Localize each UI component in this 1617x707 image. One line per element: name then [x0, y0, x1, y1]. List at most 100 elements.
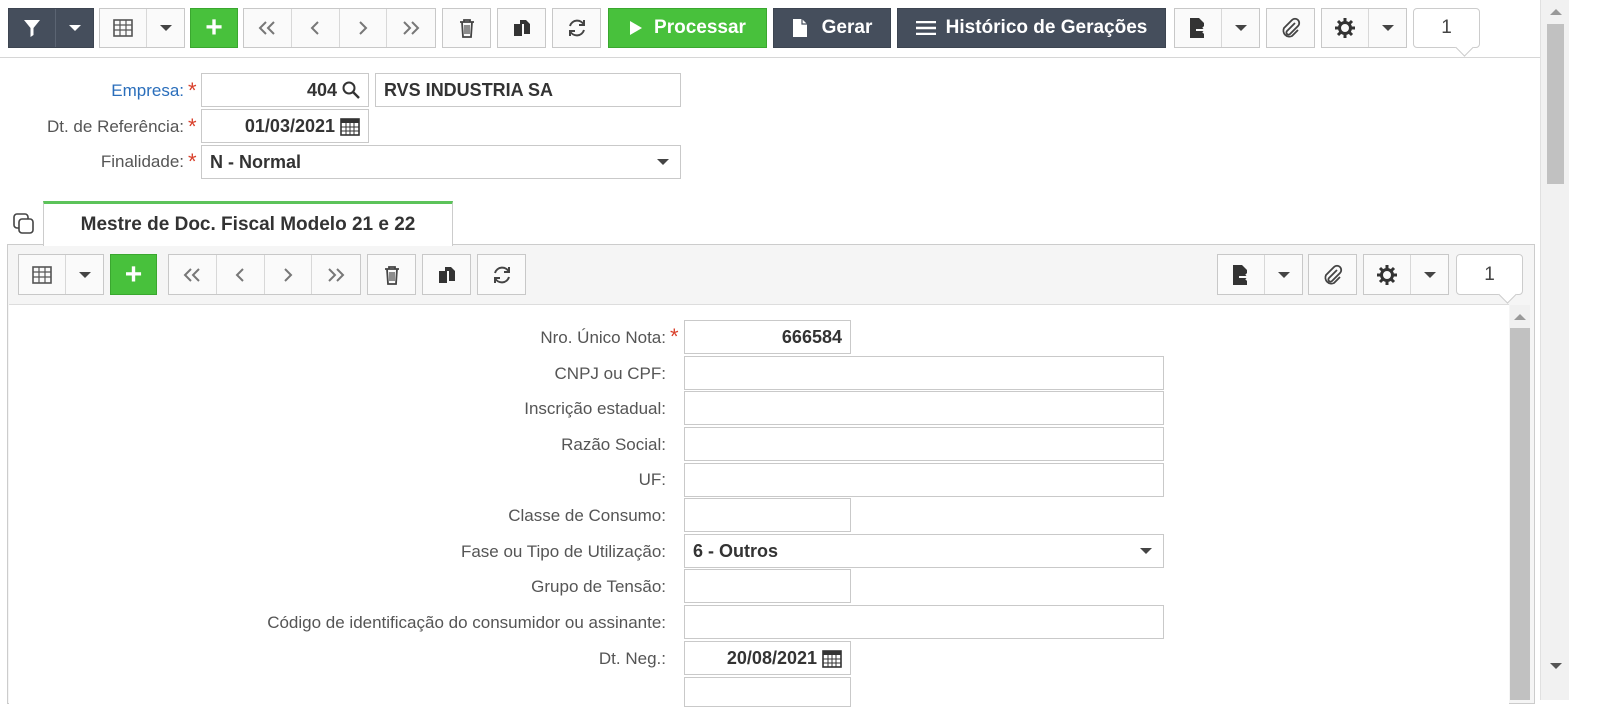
- classe-consumo-label: Classe de Consumo:: [508, 506, 666, 525]
- document-icon: [792, 19, 807, 37]
- sub-grid-icon[interactable]: [19, 255, 67, 294]
- export-button-group[interactable]: [1174, 8, 1260, 48]
- tab-mestre-doc-fiscal[interactable]: Mestre de Doc. Fiscal Modelo 21 e 22: [43, 201, 453, 246]
- historico-button[interactable]: Histórico de Gerações: [897, 8, 1166, 48]
- sub-trash-icon: [384, 265, 399, 285]
- attach-button[interactable]: [1266, 8, 1315, 48]
- inner-scrollbar[interactable]: [1510, 305, 1530, 700]
- sub-delete-button[interactable]: [367, 254, 416, 295]
- next-record-icon[interactable]: [340, 9, 388, 47]
- sub-next-record-icon[interactable]: [265, 255, 313, 294]
- sub-refresh-icon: [493, 266, 510, 283]
- sub-last-record-icon[interactable]: [312, 255, 360, 294]
- delete-button[interactable]: [442, 8, 491, 48]
- sub-export-dropdown-toggle[interactable]: [1265, 255, 1302, 294]
- sub-record-count-badge: 1: [1456, 254, 1523, 295]
- page-scroll-up-arrow[interactable]: [1550, 9, 1562, 15]
- razao-social-field[interactable]: [684, 427, 1164, 461]
- empresa-code-field[interactable]: 404: [201, 73, 369, 107]
- sub-refresh-button[interactable]: [477, 254, 526, 295]
- empresa-label[interactable]: Empresa:: [111, 81, 184, 101]
- processar-button[interactable]: Processar: [608, 8, 767, 48]
- sub-grid-dropdown-toggle[interactable]: [66, 255, 103, 294]
- grid-view-button-group[interactable]: [99, 8, 185, 48]
- empresa-code-value: 404: [306, 79, 337, 100]
- finalidade-value: N - Normal: [210, 151, 302, 172]
- sub-first-record-icon[interactable]: [169, 255, 217, 294]
- inner-scroll-up-arrow[interactable]: [1514, 314, 1526, 320]
- toolbar-divider: [0, 57, 1540, 58]
- previous-record-icon[interactable]: [292, 9, 340, 47]
- page-scrollbar-thumb[interactable]: [1547, 24, 1564, 184]
- codigo-consumidor-field[interactable]: [684, 605, 1164, 639]
- grid-dropdown-toggle[interactable]: [147, 9, 184, 47]
- chevron-down-icon: [657, 159, 669, 165]
- export-icon[interactable]: [1175, 9, 1223, 47]
- empresa-name-field: RVS INDUSTRIA SA: [375, 73, 681, 107]
- calendar-icon[interactable]: [340, 117, 360, 136]
- sub-export-button-group[interactable]: [1217, 254, 1303, 295]
- dt-neg-field[interactable]: 20/08/2021: [684, 641, 851, 675]
- next-field-partial[interactable]: [684, 677, 851, 707]
- navigation-group: [243, 8, 436, 48]
- sub-export-icon[interactable]: [1218, 255, 1266, 294]
- sub-copy-icon: [438, 266, 455, 283]
- empresa-required-mark: *: [188, 78, 197, 103]
- page-scroll-down-arrow[interactable]: [1550, 663, 1562, 669]
- fase-utilizacao-value: 6 - Outros: [693, 540, 779, 561]
- settings-dropdown-toggle[interactable]: [1369, 9, 1406, 47]
- collapse-icon[interactable]: [12, 212, 36, 236]
- sub-paperclip-icon: [1324, 264, 1342, 284]
- cnpj-field[interactable]: [684, 356, 1164, 390]
- dt-neg-value: 20/08/2021: [726, 647, 817, 668]
- sub-grid-view-button-group[interactable]: [18, 254, 104, 295]
- tab-label: Mestre de Doc. Fiscal Modelo 21 e 22: [80, 214, 416, 235]
- uf-field[interactable]: [684, 463, 1164, 497]
- fase-chevron-down-icon: [1140, 548, 1152, 554]
- inner-scrollbar-thumb[interactable]: [1510, 328, 1530, 700]
- finalidade-select[interactable]: N - Normal: [201, 145, 681, 179]
- dt-neg-calendar-icon[interactable]: [822, 649, 842, 668]
- record-count-badge: 1: [1413, 8, 1480, 48]
- page-scrollbar[interactable]: [1540, 0, 1569, 700]
- list-icon: [915, 21, 936, 35]
- export-dropdown-toggle[interactable]: [1222, 9, 1259, 47]
- inscricao-field[interactable]: [684, 391, 1164, 425]
- refresh-button[interactable]: [552, 8, 601, 48]
- first-record-icon[interactable]: [244, 9, 292, 47]
- uf-label: UF:: [638, 470, 666, 489]
- fase-utilizacao-select[interactable]: 6 - Outros: [684, 534, 1164, 568]
- finalidade-label: Finalidade:: [100, 152, 184, 171]
- sub-settings-dropdown-toggle[interactable]: [1411, 255, 1448, 294]
- dt-neg-label: Dt. Neg.:: [598, 649, 666, 668]
- settings-button-group[interactable]: [1321, 8, 1407, 48]
- grid-icon[interactable]: [100, 9, 148, 47]
- nro-unico-label: Nro. Único Nota:: [540, 328, 666, 347]
- sub-duplicate-button[interactable]: [422, 254, 471, 295]
- sub-gear-icon[interactable]: [1364, 255, 1412, 294]
- sub-attach-button[interactable]: [1308, 254, 1357, 295]
- play-icon: [630, 21, 643, 35]
- filter-dropdown-toggle[interactable]: [56, 9, 93, 47]
- nro-unico-field[interactable]: 666584: [684, 320, 851, 354]
- sub-settings-button-group[interactable]: [1363, 254, 1449, 295]
- duplicate-button[interactable]: [497, 8, 546, 48]
- sub-add-button[interactable]: +: [110, 254, 157, 295]
- processar-label: Processar: [654, 17, 746, 38]
- refresh-icon: [568, 19, 585, 37]
- search-icon[interactable]: [342, 81, 360, 99]
- filter-icon[interactable]: [9, 9, 57, 47]
- gerar-button[interactable]: Gerar: [773, 8, 891, 48]
- gear-icon[interactable]: [1322, 9, 1370, 47]
- last-record-icon[interactable]: [387, 9, 435, 47]
- classe-consumo-field[interactable]: [684, 498, 851, 532]
- sub-plus-icon: +: [124, 257, 143, 291]
- sub-previous-record-icon[interactable]: [217, 255, 265, 294]
- filter-button-group[interactable]: [8, 8, 94, 48]
- razao-social-label: Razão Social:: [561, 435, 666, 454]
- add-button[interactable]: +: [190, 8, 238, 48]
- cnpj-label: CNPJ ou CPF:: [554, 364, 666, 383]
- historico-label: Histórico de Gerações: [945, 17, 1148, 38]
- dt-referencia-field[interactable]: 01/03/2021: [201, 109, 369, 143]
- grupo-tensao-field[interactable]: [684, 569, 851, 603]
